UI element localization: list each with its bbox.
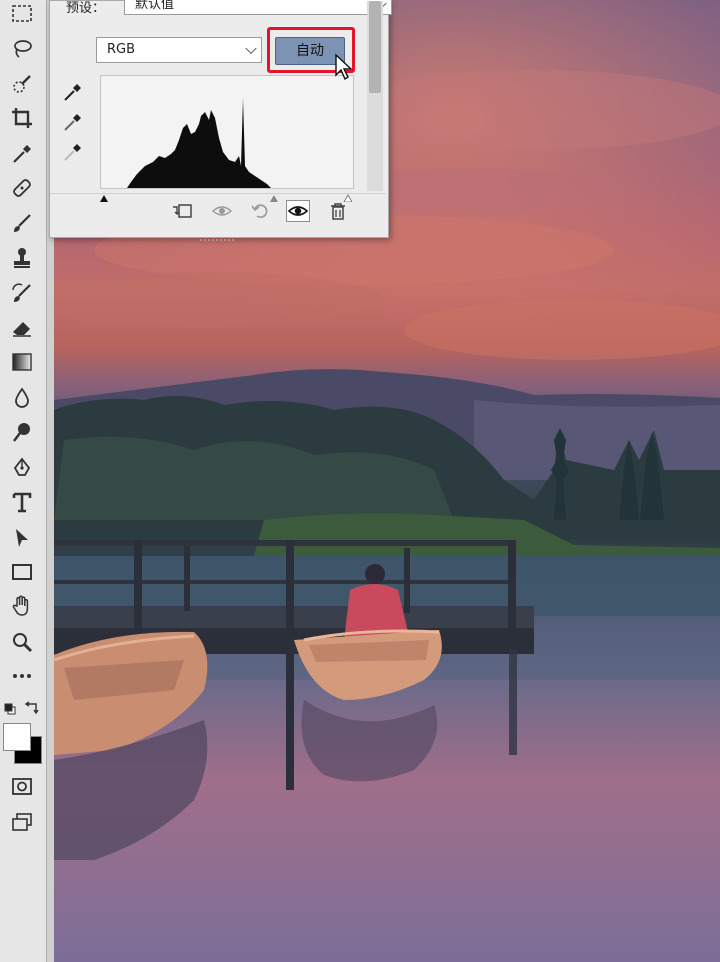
crop-tool[interactable] <box>7 104 37 132</box>
gradient-icon <box>12 353 32 371</box>
channel-dropdown[interactable]: RGB <box>96 37 262 63</box>
pen-icon <box>13 457 31 476</box>
preset-value: 默认值 <box>135 0 175 12</box>
panel-scrollbar[interactable] <box>367 1 383 191</box>
screen-mode-button[interactable] <box>7 808 37 836</box>
quick-mask-button[interactable] <box>7 772 37 800</box>
tools-panel <box>0 0 55 962</box>
path-select-tool[interactable] <box>7 524 37 552</box>
eraser-icon <box>13 322 31 337</box>
view-previous-button[interactable] <box>210 200 234 222</box>
foreground-color-swatch[interactable] <box>3 723 31 751</box>
clip-to-layer-button[interactable] <box>170 200 194 222</box>
clip-to-layer-icon <box>173 204 192 218</box>
black-point-eyedropper[interactable] <box>62 81 84 103</box>
dodge-icon <box>13 423 30 442</box>
white-point-eyedropper[interactable] <box>62 141 84 163</box>
panel-footer <box>50 193 386 228</box>
history-brush-tool[interactable] <box>7 280 37 308</box>
default-colors-icon[interactable] <box>4 700 16 715</box>
pen-tool[interactable] <box>7 454 37 482</box>
eyedropper-icon <box>13 145 31 163</box>
quick-mask-icon <box>12 778 32 795</box>
blur-tool[interactable] <box>7 384 37 412</box>
stamp-icon <box>14 248 30 268</box>
marquee-tool[interactable] <box>7 0 37 28</box>
eyedropper-black-icon <box>64 84 81 101</box>
blur-icon <box>15 387 29 408</box>
channel-value: RGB <box>107 42 136 57</box>
lasso-icon <box>14 40 32 58</box>
levels-properties-panel: 预设： 默认值 RGB 自动 <box>49 0 392 241</box>
dodge-tool[interactable] <box>7 418 37 446</box>
preset-dropdown[interactable]: 默认值 <box>124 0 392 15</box>
rectangle-icon <box>12 564 32 580</box>
view-previous-icon <box>211 206 233 216</box>
more-icon <box>13 674 31 678</box>
quick-select-icon <box>13 75 31 93</box>
crop-icon <box>12 108 32 128</box>
toggle-visibility-button[interactable] <box>286 200 310 222</box>
delete-adjustment-button[interactable] <box>326 200 350 222</box>
type-tool[interactable] <box>7 488 37 516</box>
marquee-icon <box>12 5 32 22</box>
reset-icon <box>251 204 268 219</box>
eyedropper-tool[interactable] <box>7 140 37 168</box>
eyedropper-white-icon <box>64 144 81 161</box>
brush-tool[interactable] <box>7 210 37 238</box>
reset-button[interactable] <box>248 200 272 222</box>
eraser-tool[interactable] <box>7 314 37 342</box>
rectangle-tool[interactable] <box>7 558 37 586</box>
quick-select-tool[interactable] <box>7 70 37 98</box>
histogram <box>100 75 354 189</box>
hand-icon <box>12 595 29 616</box>
swap-colors-icon[interactable] <box>24 700 40 715</box>
healing-icon <box>13 179 31 197</box>
zoom-tool[interactable] <box>7 628 37 656</box>
screen-mode-icon <box>12 813 32 831</box>
scrollbar-thumb[interactable] <box>369 1 381 93</box>
mouse-cursor <box>334 53 356 81</box>
path-select-icon <box>16 529 28 547</box>
gray-point-eyedropper[interactable] <box>62 111 84 133</box>
pointer-cursor-icon <box>335 53 353 81</box>
brush-icon <box>14 214 31 232</box>
chevron-down-icon <box>245 42 257 55</box>
eyedropper-gray-icon <box>64 114 81 131</box>
visibility-eye-icon <box>287 206 309 216</box>
zoom-icon <box>13 633 33 653</box>
stamp-tool[interactable] <box>7 244 37 272</box>
healing-tool[interactable] <box>7 174 37 202</box>
gradient-tool[interactable] <box>7 348 37 376</box>
preset-label: 预设： <box>66 1 106 16</box>
hand-tool[interactable] <box>7 592 37 620</box>
type-icon <box>12 492 32 513</box>
delete-icon <box>331 203 345 220</box>
panel-resize-grip[interactable] <box>200 227 236 241</box>
more-tools[interactable] <box>7 662 37 690</box>
history-brush-icon <box>12 283 31 302</box>
histogram-graph <box>127 98 271 188</box>
lasso-tool[interactable] <box>7 35 37 63</box>
